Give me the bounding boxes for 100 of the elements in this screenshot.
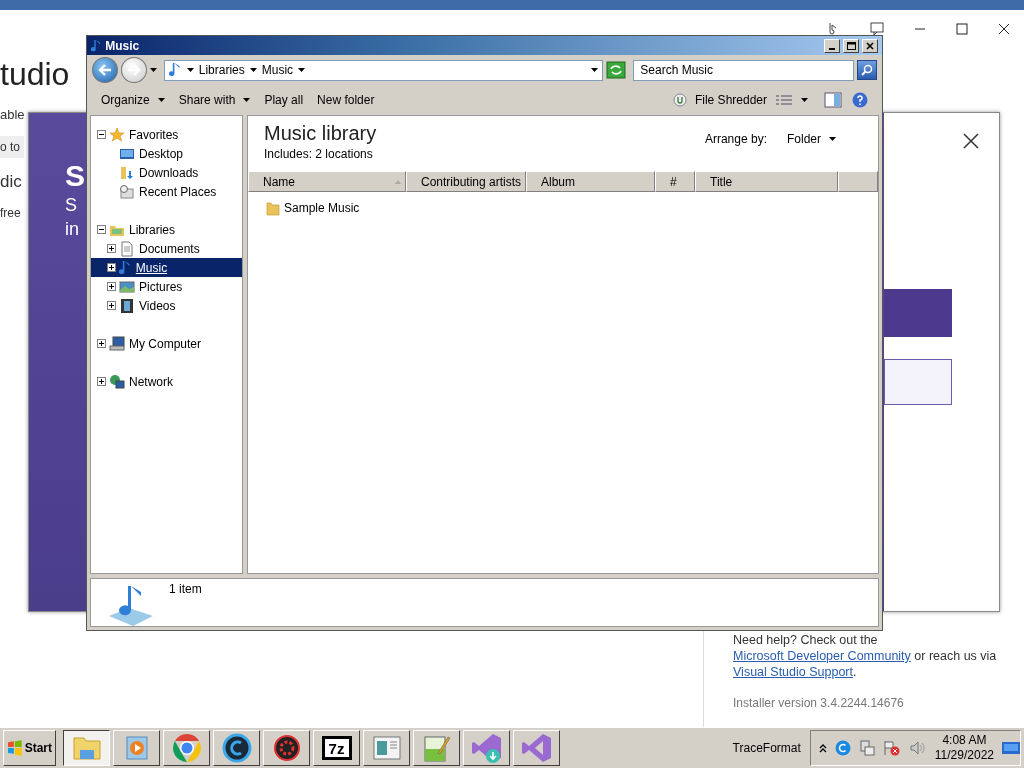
toolbar-button[interactable]: New folder: [311, 90, 381, 110]
speaker-icon[interactable]: [908, 740, 927, 756]
toolbar-label: TraceFormat: [732, 741, 801, 755]
nav-tree-item[interactable]: Music: [91, 258, 242, 277]
installer-version: Installer version 3.4.2244.14676: [733, 696, 905, 710]
show-hidden-icons[interactable]: [818, 743, 827, 753]
breadcrumb-caret-icon: [298, 68, 306, 72]
recent-places-icon: [119, 183, 135, 200]
clock[interactable]: 4:08 AM 11/29/2022: [934, 733, 994, 763]
show-desktop-icon[interactable]: [1002, 740, 1020, 756]
taskbar-app-button[interactable]: [63, 730, 110, 766]
maximize-icon[interactable]: [956, 23, 968, 35]
breadcrumb-caret-icon: [249, 68, 257, 72]
arrange-label: Arrange by:: [704, 132, 767, 146]
maximize-button[interactable]: [843, 38, 859, 53]
column-header[interactable]: Album: [526, 171, 655, 192]
help-link[interactable]: Visual Studio Support: [733, 665, 853, 679]
nav-tree-item[interactable]: Favorites: [91, 125, 242, 144]
collapse-icon[interactable]: [97, 225, 106, 234]
shredder-logo-icon: [672, 93, 687, 107]
nav-tree-item[interactable]: Recent Places: [91, 182, 242, 201]
expand-icon[interactable]: [107, 244, 116, 253]
browser-icon: [170, 732, 203, 764]
nav-tree-item[interactable]: Network: [91, 372, 242, 391]
breadcrumb-caret-icon: [186, 68, 194, 72]
ide-logo-icon: [520, 732, 553, 764]
expand-icon[interactable]: [97, 339, 106, 348]
folder-download-icon: [119, 164, 135, 181]
toolbar-button[interactable]: Organize: [95, 90, 171, 110]
installer-text: o to: [0, 136, 24, 158]
file-shredder-button[interactable]: File Shredder: [666, 90, 773, 110]
dropdown-caret-icon: [591, 68, 599, 72]
history-caret-icon: [149, 68, 157, 72]
feedback-icon[interactable]: [870, 22, 884, 36]
close-icon[interactable]: [963, 133, 979, 149]
breadcrumb-item[interactable]: Music: [261, 63, 294, 77]
minimize-button[interactable]: [824, 38, 840, 53]
document-icon: [119, 240, 135, 257]
taskbar-app-button[interactable]: 7z: [313, 730, 360, 766]
nav-tree-item[interactable]: Videos: [91, 296, 242, 315]
dialog-text: S: [65, 159, 85, 192]
search-field[interactable]: Search Music: [633, 59, 854, 81]
arrange-dropdown[interactable]: Folder: [781, 129, 842, 149]
network-icon[interactable]: [858, 740, 875, 756]
window-app-icon: [371, 734, 402, 762]
secondary-button[interactable]: [884, 359, 952, 405]
arrow-right-icon: [126, 64, 141, 76]
network-icon: [109, 373, 125, 390]
installer-text: free: [0, 206, 21, 220]
nav-tree-item[interactable]: Libraries: [91, 220, 242, 239]
file-row[interactable]: Sample Music: [248, 192, 878, 224]
expand-icon[interactable]: [107, 263, 116, 272]
column-header[interactable]: #: [655, 171, 695, 192]
column-header[interactable]: Name: [248, 171, 406, 192]
column-header[interactable]: [838, 171, 878, 192]
nav-tree-item[interactable]: Downloads: [91, 163, 242, 182]
nav-tree-item[interactable]: Pictures: [91, 277, 242, 296]
expand-icon[interactable]: [97, 377, 106, 386]
dialog-text: in: [65, 219, 79, 240]
installer-heading: tudio: [0, 56, 70, 93]
breadcrumb-item[interactable]: Libraries: [198, 63, 245, 77]
toolbar-button[interactable]: Play all: [258, 90, 310, 110]
c-letter-icon: [221, 733, 252, 763]
back-button[interactable]: [92, 57, 118, 83]
star-icon: [109, 126, 125, 143]
search-button[interactable]: [857, 60, 877, 80]
caret-icon: [243, 98, 251, 102]
forward-button[interactable]: [120, 57, 147, 83]
installer-logo-icon: [470, 732, 503, 764]
toolbar-button[interactable]: Share with: [172, 90, 257, 110]
library-includes: Includes: 2 locations: [264, 147, 374, 161]
column-header[interactable]: Title: [695, 171, 838, 192]
music-note-icon: [91, 38, 103, 53]
flag-error-icon[interactable]: [882, 740, 901, 756]
search-icon: [861, 64, 873, 76]
window-title: Music: [105, 38, 141, 53]
collapse-icon[interactable]: [97, 130, 106, 139]
address-bar[interactable]: Libraries Music: [163, 59, 604, 81]
refresh-icon[interactable]: [606, 61, 627, 79]
caret-icon: [829, 137, 836, 141]
preview-pane-icon[interactable]: [824, 92, 842, 108]
nav-tree-item[interactable]: Documents: [91, 239, 242, 258]
computer-icon: [109, 335, 125, 352]
nav-tree-item[interactable]: Desktop: [91, 144, 242, 163]
installer-text: dic: [0, 172, 22, 192]
folder-icon: [266, 200, 280, 216]
expand-icon[interactable]: [107, 282, 116, 291]
column-header[interactable]: Contributing artists: [406, 171, 526, 192]
sort-ascending-icon: [395, 180, 401, 184]
close-button[interactable]: [862, 38, 878, 53]
close-icon[interactable]: [998, 23, 1010, 35]
expand-icon[interactable]: [107, 301, 116, 310]
c-letter-icon[interactable]: [834, 740, 851, 756]
notepad-pencil-icon: [421, 733, 452, 763]
start-button[interactable]: Start: [3, 730, 56, 766]
nav-tree-item[interactable]: My Computer: [91, 334, 242, 353]
picture-icon: [119, 278, 135, 295]
help-icon[interactable]: [852, 92, 868, 108]
folder-icon: [71, 734, 102, 762]
help-link[interactable]: Microsoft Developer Community: [733, 649, 911, 663]
